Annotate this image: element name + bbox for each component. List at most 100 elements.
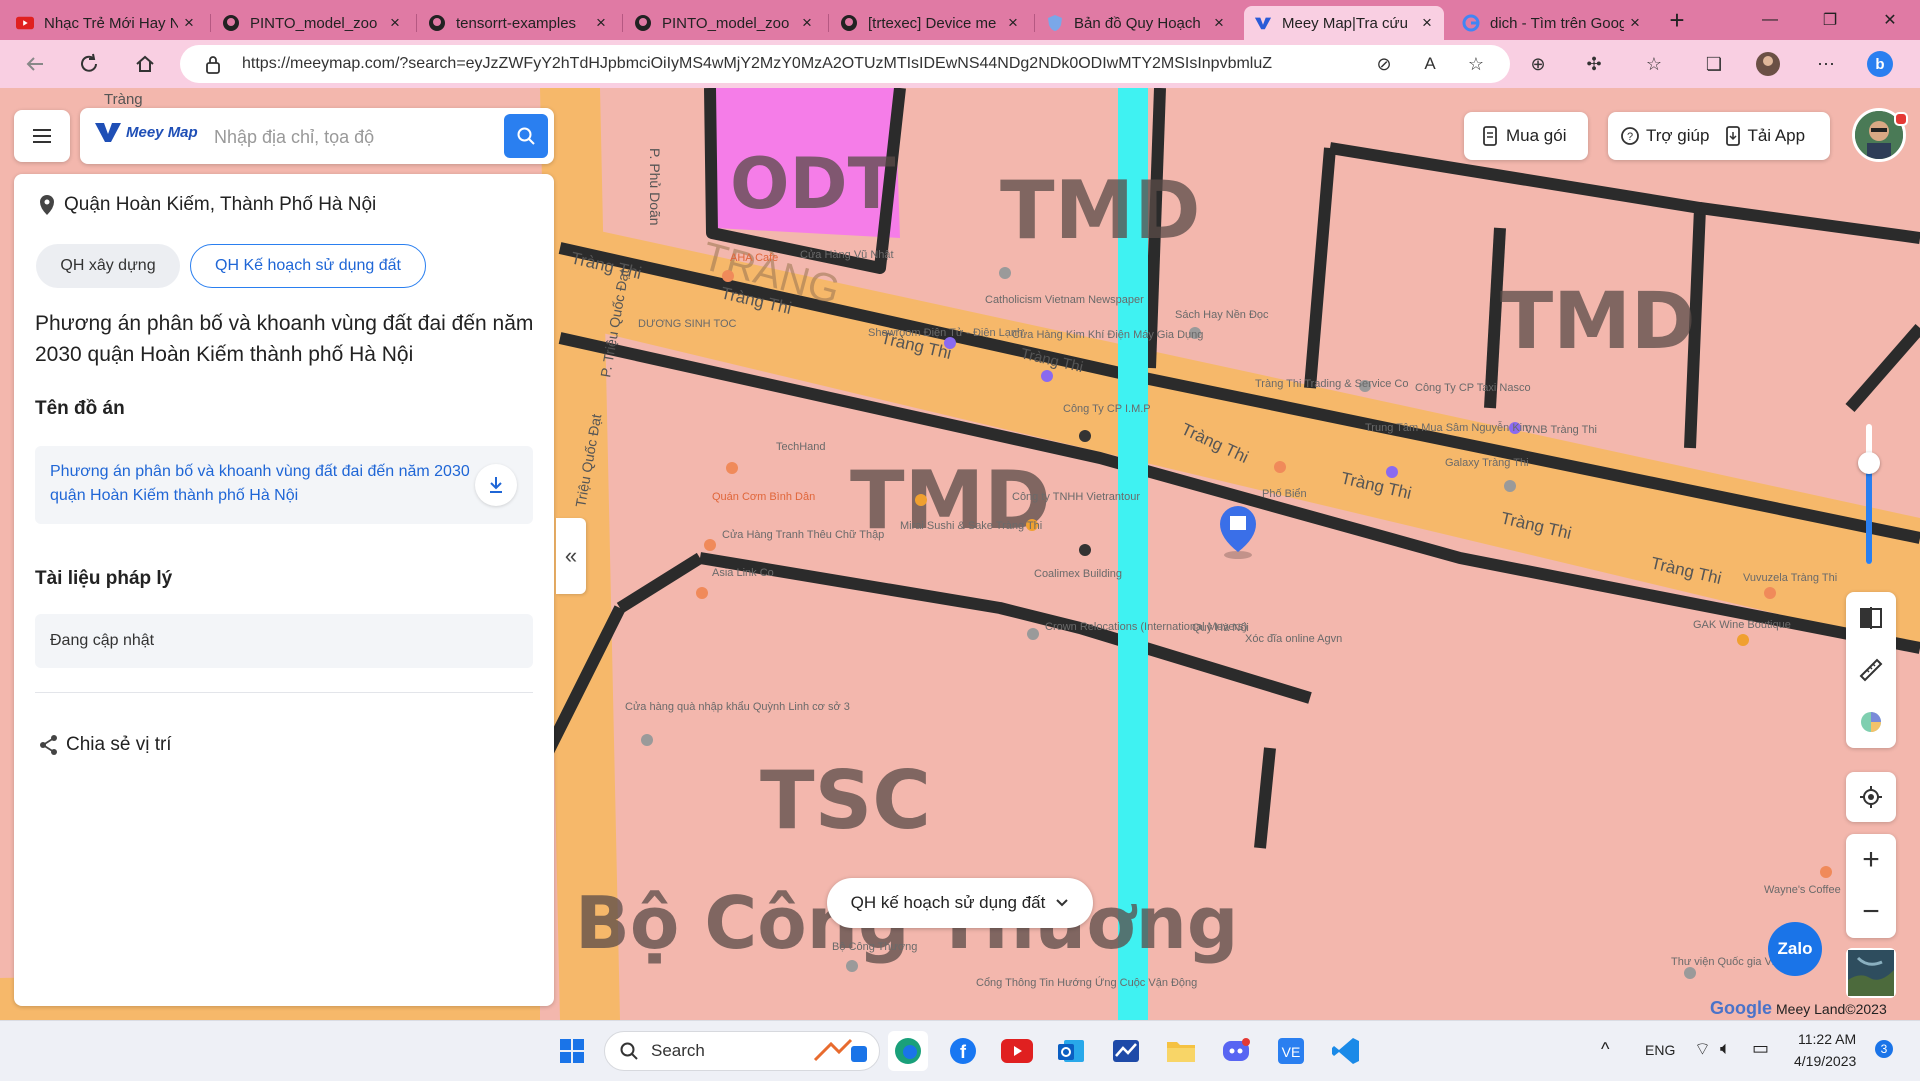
battery-icon[interactable]: ▭ xyxy=(1752,1038,1769,1059)
tab-pinto-2[interactable]: PINTO_model_zoo × xyxy=(624,6,824,40)
add-favorite-icon[interactable]: ☆ xyxy=(1462,50,1490,78)
collections-icon[interactable]: ❏ xyxy=(1700,50,1728,78)
refresh-button[interactable] xyxy=(72,48,106,80)
satellite-layer-button[interactable] xyxy=(1846,948,1896,998)
wifi-icon[interactable]: ⌔ xyxy=(1694,1038,1711,1061)
arrow-left-icon xyxy=(26,57,43,71)
chip-qh-xay-dung[interactable]: QH xây dựng xyxy=(36,244,180,288)
close-icon[interactable]: × xyxy=(1624,13,1646,33)
tab-separator xyxy=(1034,14,1035,32)
minimize-button[interactable]: — xyxy=(1740,0,1800,40)
taskbar-discord[interactable] xyxy=(1216,1031,1256,1071)
opacity-slider[interactable] xyxy=(1866,424,1872,564)
legal-section-label: Tài liệu pháp lý xyxy=(35,568,173,589)
clock-time[interactable]: 11:22 AM xyxy=(1798,1031,1856,1047)
back-button[interactable] xyxy=(18,48,52,80)
favorites-icon[interactable]: ☆ xyxy=(1640,50,1668,78)
close-icon[interactable]: × xyxy=(1002,13,1024,33)
info-panel: Quận Hoàn Kiếm, Thành Phố Hà Nội QH xây … xyxy=(14,174,554,1006)
tracking-prevention-icon[interactable]: ⊘ xyxy=(1370,50,1398,78)
project-card: Phương án phân bố và khoanh vùng đất đai… xyxy=(35,446,533,524)
chip-qh-ke-hoach-su-dung-dat[interactable]: QH Kế hoạch sử dụng đất xyxy=(190,244,426,288)
read-aloud-icon[interactable]: A xyxy=(1416,50,1444,78)
layer-selector[interactable]: QH kế hoạch sử dụng đất xyxy=(827,878,1093,928)
taskbar-vpn[interactable]: VE xyxy=(1271,1031,1311,1071)
tab-google-search[interactable]: dich - Tìm trên Google × xyxy=(1452,6,1652,40)
tab-youtube[interactable]: Nhạc Trẻ Mới Hay Nhất × xyxy=(6,6,206,40)
logo-text: Meey Map xyxy=(126,123,198,141)
shield-icon xyxy=(1046,14,1064,32)
poi-marker[interactable]: Tràng Thi Trading & Service Co xyxy=(1255,378,1408,392)
tab-meeymap[interactable]: Meey Map|Tra cứu × xyxy=(1244,6,1444,40)
share-location-button[interactable]: Chia sẻ vị trí xyxy=(38,734,172,756)
taskbar-facebook[interactable]: f xyxy=(943,1031,983,1071)
svg-text:Wayne's Coffee: Wayne's Coffee xyxy=(1764,884,1841,896)
opacity-slider-knob[interactable] xyxy=(1858,452,1880,474)
start-button[interactable] xyxy=(552,1031,592,1071)
street-label: P. Phủ Doãn xyxy=(647,148,663,226)
taskbar-youtube[interactable] xyxy=(997,1031,1037,1071)
restore-button[interactable]: ❐ xyxy=(1800,0,1860,40)
close-icon[interactable]: × xyxy=(178,13,200,33)
svg-text:Coalimex Building: Coalimex Building xyxy=(1034,568,1122,580)
search-icon xyxy=(620,1042,638,1060)
extensions-icon[interactable]: ✣ xyxy=(1580,50,1608,78)
measure-button[interactable] xyxy=(1846,644,1896,696)
lock-icon[interactable] xyxy=(204,55,222,75)
zalo-chat-button[interactable]: Zalo xyxy=(1768,922,1822,976)
close-icon[interactable]: × xyxy=(1416,13,1438,33)
notification-badge[interactable]: 3 xyxy=(1875,1040,1893,1058)
tab-tensorrt[interactable]: tensorrt-examples × xyxy=(418,6,618,40)
more-menu-icon[interactable]: ⋯ xyxy=(1812,50,1840,78)
hamburger-icon xyxy=(33,129,51,143)
volume-icon[interactable]: 🔈︎ xyxy=(1720,1038,1731,1059)
taskbar-search[interactable]: Search xyxy=(604,1031,880,1071)
close-icon[interactable]: × xyxy=(590,13,612,33)
taskbar-vscode[interactable] xyxy=(1326,1031,1366,1071)
meeymap-logo[interactable]: Meey Map xyxy=(94,120,198,144)
zone-label-odt: ODT xyxy=(730,143,896,225)
attribution-text: Meey Land©2023 xyxy=(1776,1000,1887,1017)
close-icon[interactable]: × xyxy=(1208,13,1230,33)
close-icon[interactable]: × xyxy=(384,13,406,33)
new-tab-button[interactable]: + xyxy=(1660,6,1694,36)
svg-text:Sách Hay Nền Đọc: Sách Hay Nền Đọc xyxy=(1175,309,1269,321)
svg-text:Showroom Điện Tử - Điện Lạnh: Showroom Điện Tử - Điện Lạnh xyxy=(868,327,1023,339)
chart-button[interactable] xyxy=(1846,696,1896,748)
taskbar-edge[interactable] xyxy=(888,1031,928,1071)
profile-avatar[interactable] xyxy=(1754,50,1782,78)
help-button[interactable]: ? Trợ giúp xyxy=(1608,126,1709,146)
taskbar-outlook[interactable] xyxy=(1051,1031,1091,1071)
close-icon[interactable]: × xyxy=(796,13,818,33)
taskbar-stocks[interactable] xyxy=(1106,1031,1146,1071)
clock-date[interactable]: 4/19/2023 xyxy=(1794,1053,1856,1069)
address-bar[interactable]: https://meeymap.com/?search=eyJzZWFyY2hT… xyxy=(180,45,1510,83)
project-link[interactable]: Phương án phân bố và khoanh vùng đất đai… xyxy=(50,460,470,508)
menu-button[interactable] xyxy=(14,110,70,162)
tab-pinto-1[interactable]: PINTO_model_zoo × xyxy=(212,6,412,40)
poi-label: Cửa Hàng Vũ Nhật xyxy=(800,249,894,261)
tab-ban-do-quy-hoach[interactable]: Bản đồ Quy Hoạch × xyxy=(1036,6,1236,40)
zoom-out-button[interactable]: − xyxy=(1846,886,1896,938)
collapse-panel-button[interactable]: « xyxy=(556,518,586,594)
download-app-button[interactable]: Tải App xyxy=(1709,126,1805,146)
notification-dot xyxy=(1894,112,1908,126)
close-window-button[interactable]: ✕ xyxy=(1860,0,1920,40)
search-button[interactable] xyxy=(504,114,548,158)
compare-button[interactable] xyxy=(1846,592,1896,644)
zoom-in-button[interactable]: + xyxy=(1846,834,1896,886)
globe-icon[interactable]: ⊕ xyxy=(1524,50,1552,78)
my-location-button[interactable] xyxy=(1846,772,1896,822)
bing-copilot-icon[interactable]: b xyxy=(1866,50,1894,78)
tab-trtexec[interactable]: [trtexec] Device me × xyxy=(830,6,1030,40)
browser-toolbar: https://meeymap.com/?search=eyJzZWFyY2hT… xyxy=(0,40,1920,88)
show-hidden-icons[interactable]: ^ xyxy=(1601,1039,1609,1060)
language-indicator[interactable]: ENG xyxy=(1645,1042,1675,1058)
home-button[interactable] xyxy=(128,48,162,80)
download-button[interactable] xyxy=(475,464,517,506)
tab-title: PINTO_model_zoo xyxy=(250,14,378,32)
taskbar-file-explorer[interactable] xyxy=(1161,1031,1201,1071)
minus-icon: − xyxy=(1862,895,1880,928)
buy-package-button[interactable]: Mua gói xyxy=(1464,112,1588,160)
search-input[interactable] xyxy=(212,122,496,152)
